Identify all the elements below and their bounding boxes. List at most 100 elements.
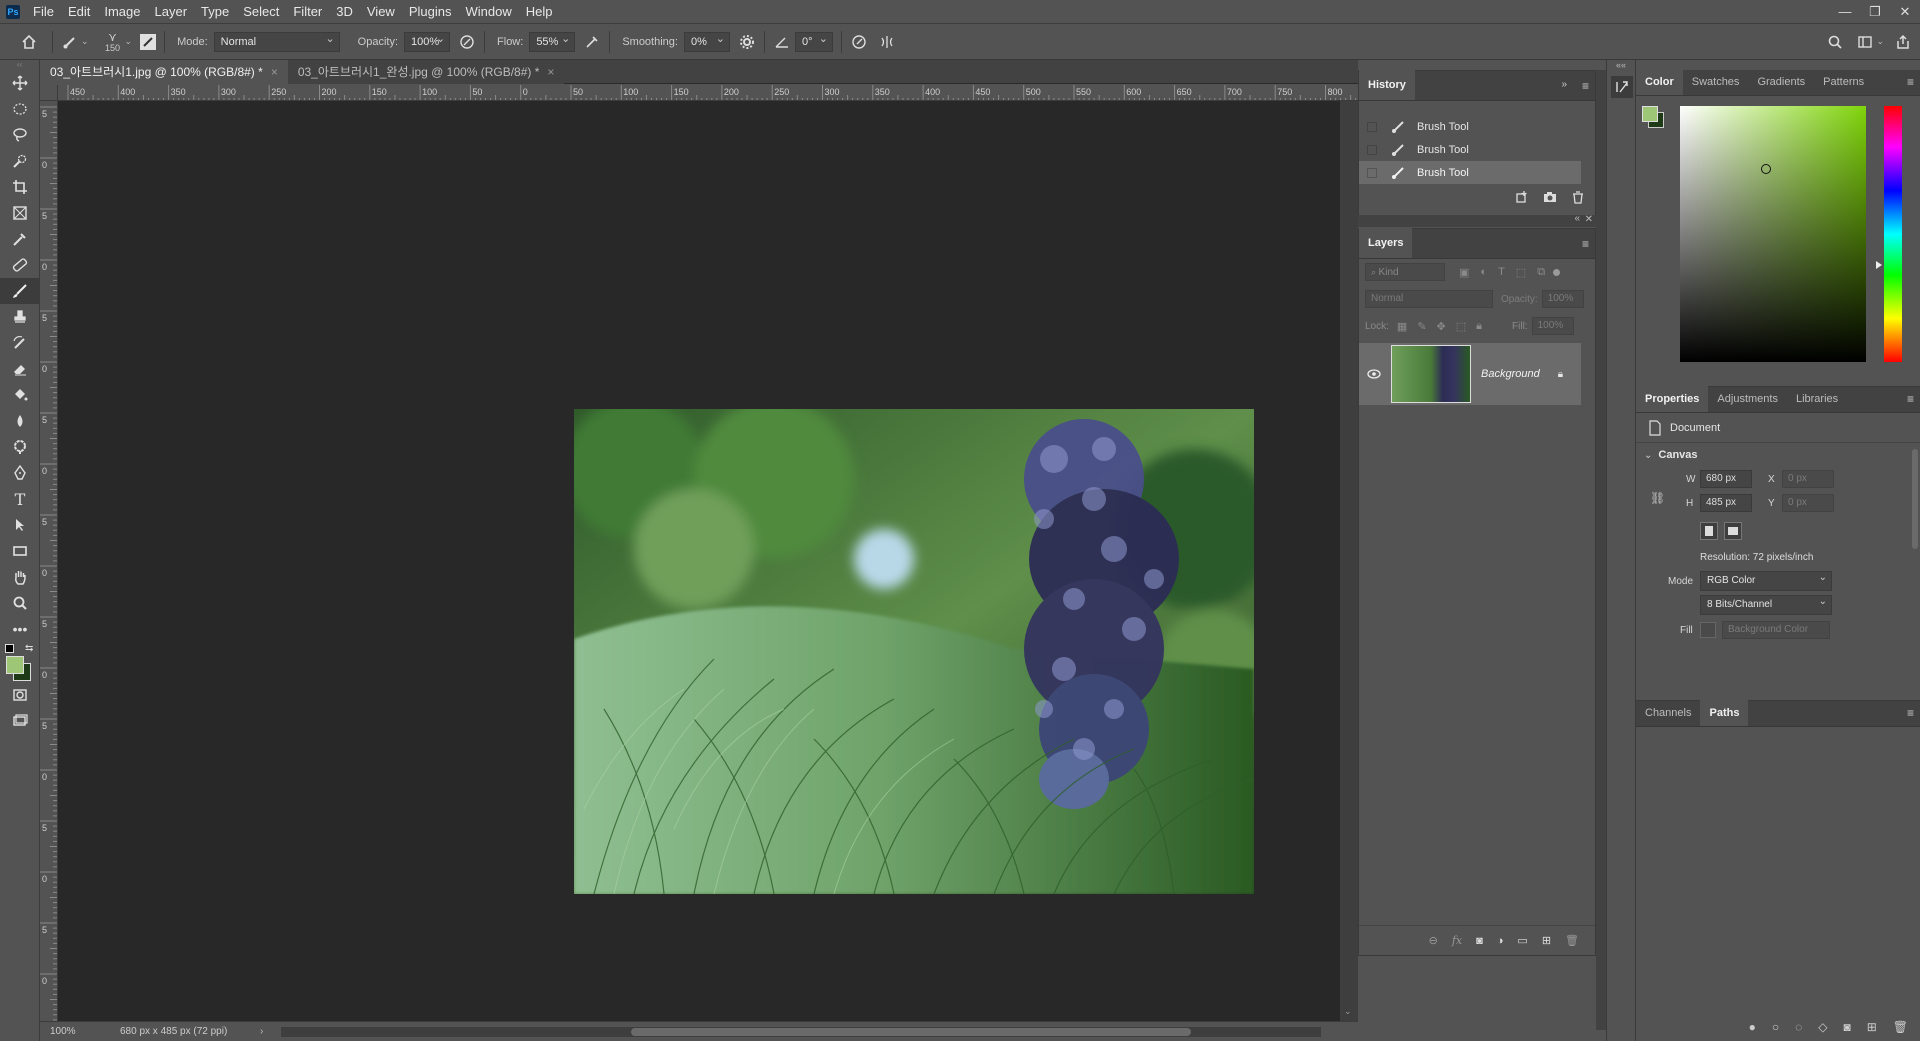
trash-icon[interactable]: 🗑︎ [1565, 934, 1579, 947]
foreground-color-chip[interactable] [1642, 106, 1658, 122]
snapshot-source-checkbox[interactable] [1367, 167, 1377, 178]
new-group-icon[interactable]: ▭ [1517, 934, 1527, 947]
menu-edit[interactable]: Edit [61, 0, 97, 24]
add-mask-icon[interactable]: ◙ [1843, 1020, 1850, 1034]
pressure-opacity-icon[interactable] [458, 33, 476, 51]
tab-layers[interactable]: Layers [1359, 228, 1413, 258]
menu-view[interactable]: View [360, 0, 402, 24]
status-menu-icon[interactable]: › [260, 1026, 263, 1037]
trash-icon[interactable]: 🗑︎ [1893, 1020, 1908, 1034]
chevron-down-icon[interactable]: ⌄ [125, 36, 133, 47]
fill-dropdown[interactable]: Background Color [1722, 621, 1830, 639]
fill-path-icon[interactable]: ● [1749, 1020, 1756, 1034]
workspace-icon[interactable] [1856, 33, 1874, 51]
canvas-section-header[interactable]: ⌄ Canvas [1636, 443, 1920, 467]
shape-filter-icon[interactable]: ⬚ [1516, 266, 1526, 279]
brush-tool-icon[interactable] [0, 278, 40, 304]
chevron-down-icon[interactable]: ⌄ [1876, 36, 1884, 47]
menu-window[interactable]: Window [458, 0, 518, 24]
layer-opacity-field[interactable]: 100% [1541, 290, 1584, 308]
menu-filter[interactable]: Filter [286, 0, 329, 24]
collapse-icon[interactable]: «« [1607, 60, 1635, 70]
smart-object-filter-icon[interactable]: ⧉ [1537, 266, 1545, 279]
move-tool-icon[interactable] [0, 70, 40, 96]
path-selection-tool-icon[interactable] [0, 512, 40, 538]
hue-slider[interactable] [1884, 106, 1902, 362]
layer-row-background[interactable]: Background 🔒︎ [1359, 343, 1581, 405]
blur-tool-icon[interactable] [0, 408, 40, 434]
adjustment-layer-icon[interactable]: ◑ [1497, 935, 1504, 947]
adjustment-filter-icon[interactable]: ◐ [1480, 266, 1487, 278]
portrait-icon[interactable] [1700, 522, 1718, 540]
hand-tool-icon[interactable] [0, 564, 40, 590]
angle-field[interactable]: 0° [794, 30, 833, 52]
menu-plugins[interactable]: Plugins [402, 0, 459, 24]
link-layers-icon[interactable]: ⊖ [1429, 934, 1438, 947]
eraser-tool-icon[interactable] [0, 356, 40, 382]
eyedropper-tool-icon[interactable] [0, 226, 40, 252]
color-picker-cursor[interactable] [1761, 164, 1771, 174]
history-brush-tool-icon[interactable] [0, 330, 40, 356]
chevron-down-icon[interactable]: ⌄ [1644, 450, 1652, 461]
snapshot-source-checkbox[interactable] [1367, 144, 1377, 155]
panel-menu-icon[interactable]: ≡ [1582, 79, 1589, 93]
menu-layer[interactable]: Layer [148, 0, 195, 24]
panel-menu-icon[interactable]: ≡ [1907, 706, 1914, 720]
tab-channels[interactable]: Channels [1636, 700, 1700, 726]
trash-icon[interactable] [1571, 190, 1585, 204]
brush-panel-toggle-icon[interactable] [140, 33, 157, 50]
close-icon[interactable]: × [547, 65, 554, 79]
history-item-selected[interactable]: Brush Tool [1359, 161, 1581, 184]
tab-libraries[interactable]: Libraries [1787, 386, 1847, 412]
image-filter-icon[interactable]: ▣ [1459, 266, 1469, 279]
hue-slider-handle[interactable] [1876, 261, 1882, 269]
search-icon[interactable] [1826, 33, 1844, 51]
opacity-field[interactable]: 100% [404, 30, 451, 52]
landscape-icon[interactable] [1724, 522, 1742, 540]
airbrush-icon[interactable] [583, 33, 601, 51]
layer-name[interactable]: Background [1481, 368, 1540, 380]
marquee-tool-icon[interactable] [0, 96, 40, 122]
horizontal-scroll-thumb[interactable] [631, 1027, 1192, 1036]
close-window-button[interactable]: ✕ [1890, 0, 1920, 24]
tab-properties[interactable]: Properties [1636, 386, 1709, 412]
tab-gradients[interactable]: Gradients [1748, 69, 1814, 95]
history-item[interactable]: Brush Tool [1359, 115, 1595, 138]
quick-selection-tool-icon[interactable] [0, 148, 40, 174]
panel-menu-icon[interactable]: ≡ [1582, 237, 1589, 251]
history-panel-icon[interactable] [1611, 76, 1633, 98]
make-work-path-icon[interactable]: ◇ [1818, 1020, 1827, 1034]
foreground-color-swatch[interactable] [6, 656, 24, 674]
add-mask-icon[interactable]: ◙ [1476, 935, 1483, 947]
kind-filter-dropdown[interactable]: ⌕ Kind [1365, 263, 1445, 281]
swap-colors-icon[interactable]: ⇆ [25, 643, 33, 654]
share-icon[interactable] [1894, 33, 1912, 51]
fill-color-swatch[interactable] [1700, 622, 1716, 638]
pressure-size-icon[interactable] [850, 33, 868, 51]
horizontal-scrollbar[interactable] [281, 1026, 1322, 1037]
x-field[interactable]: 0 px [1782, 470, 1834, 488]
tab-adjustments[interactable]: Adjustments [1708, 386, 1787, 412]
more-tools-icon[interactable]: ••• [0, 616, 40, 642]
color-field[interactable] [1680, 106, 1866, 362]
chevron-down-icon[interactable]: ⌄ [81, 36, 89, 47]
menu-select[interactable]: Select [236, 0, 286, 24]
new-path-icon[interactable]: ⊞ [1867, 1020, 1877, 1034]
canvas-workspace[interactable]: ⌄ [58, 101, 1358, 1021]
blend-mode-dropdown[interactable]: Normal [1365, 290, 1493, 308]
rectangle-tool-icon[interactable] [0, 538, 40, 564]
properties-scrollbar[interactable] [1912, 449, 1918, 549]
type-tool-icon[interactable]: T [0, 486, 40, 512]
close-icon[interactable]: ✕ [1585, 214, 1593, 225]
lock-position-icon[interactable]: ✥ [1437, 320, 1446, 333]
frame-tool-icon[interactable] [0, 200, 40, 226]
fx-icon[interactable]: fx [1452, 934, 1462, 947]
panel-menu-icon[interactable]: ≡ [1907, 392, 1914, 406]
collapse-tools-icon[interactable]: ‹‹ [0, 60, 39, 70]
restore-button[interactable]: ❐ [1860, 0, 1890, 24]
symmetry-icon[interactable] [878, 33, 896, 51]
height-field[interactable]: 485 px [1700, 494, 1752, 512]
expand-icon[interactable]: » [1561, 79, 1567, 90]
panel-menu-icon[interactable]: ≡ [1907, 75, 1914, 89]
filter-toggle-icon[interactable] [1553, 268, 1561, 276]
